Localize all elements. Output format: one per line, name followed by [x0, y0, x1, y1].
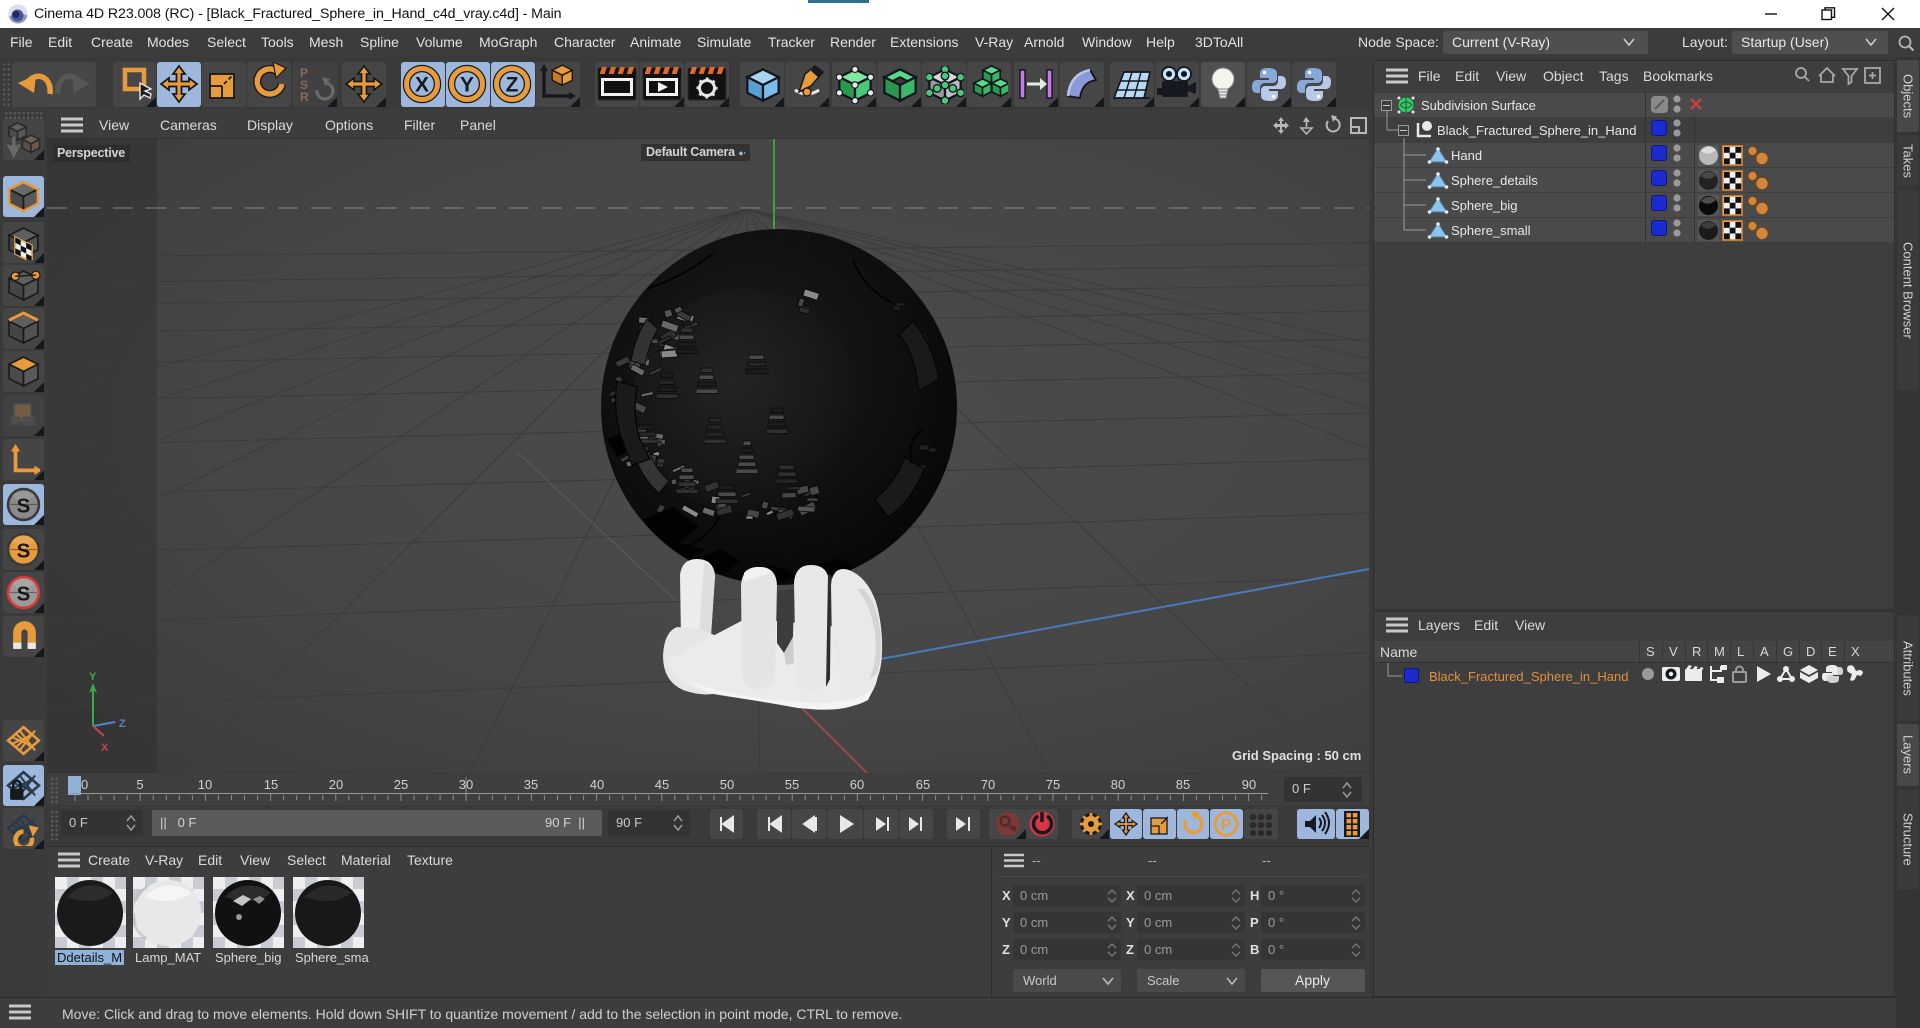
- svg-text:65: 65: [916, 777, 930, 792]
- svg-text:85: 85: [1176, 777, 1190, 792]
- svg-text:Z: Z: [119, 718, 126, 730]
- svg-text:X: X: [415, 74, 429, 97]
- svg-text:25: 25: [394, 777, 408, 792]
- svg-text:90: 90: [1242, 777, 1256, 792]
- svg-text:Z: Z: [506, 74, 519, 97]
- svg-text:0: 0: [81, 777, 88, 792]
- svg-text:40: 40: [590, 777, 604, 792]
- svg-text:20: 20: [329, 777, 343, 792]
- svg-text:80: 80: [1111, 777, 1125, 792]
- svg-text:P: P: [1221, 817, 1232, 834]
- svg-text:X: X: [101, 742, 109, 754]
- svg-text:S: S: [17, 540, 31, 563]
- svg-text:S: S: [17, 583, 31, 606]
- svg-text:35: 35: [524, 777, 538, 792]
- svg-text:S: S: [17, 495, 31, 518]
- svg-text:50: 50: [720, 777, 734, 792]
- svg-text:15: 15: [264, 777, 278, 792]
- svg-text:75: 75: [1046, 777, 1060, 792]
- svg-text:R: R: [300, 90, 309, 104]
- svg-text:5: 5: [136, 777, 143, 792]
- svg-text:45: 45: [655, 777, 669, 792]
- svg-text:10: 10: [198, 777, 212, 792]
- svg-text:Y: Y: [89, 671, 97, 683]
- svg-text:60: 60: [850, 777, 864, 792]
- svg-text:55: 55: [785, 777, 799, 792]
- svg-text:70: 70: [981, 777, 995, 792]
- svg-text:Y: Y: [460, 74, 474, 97]
